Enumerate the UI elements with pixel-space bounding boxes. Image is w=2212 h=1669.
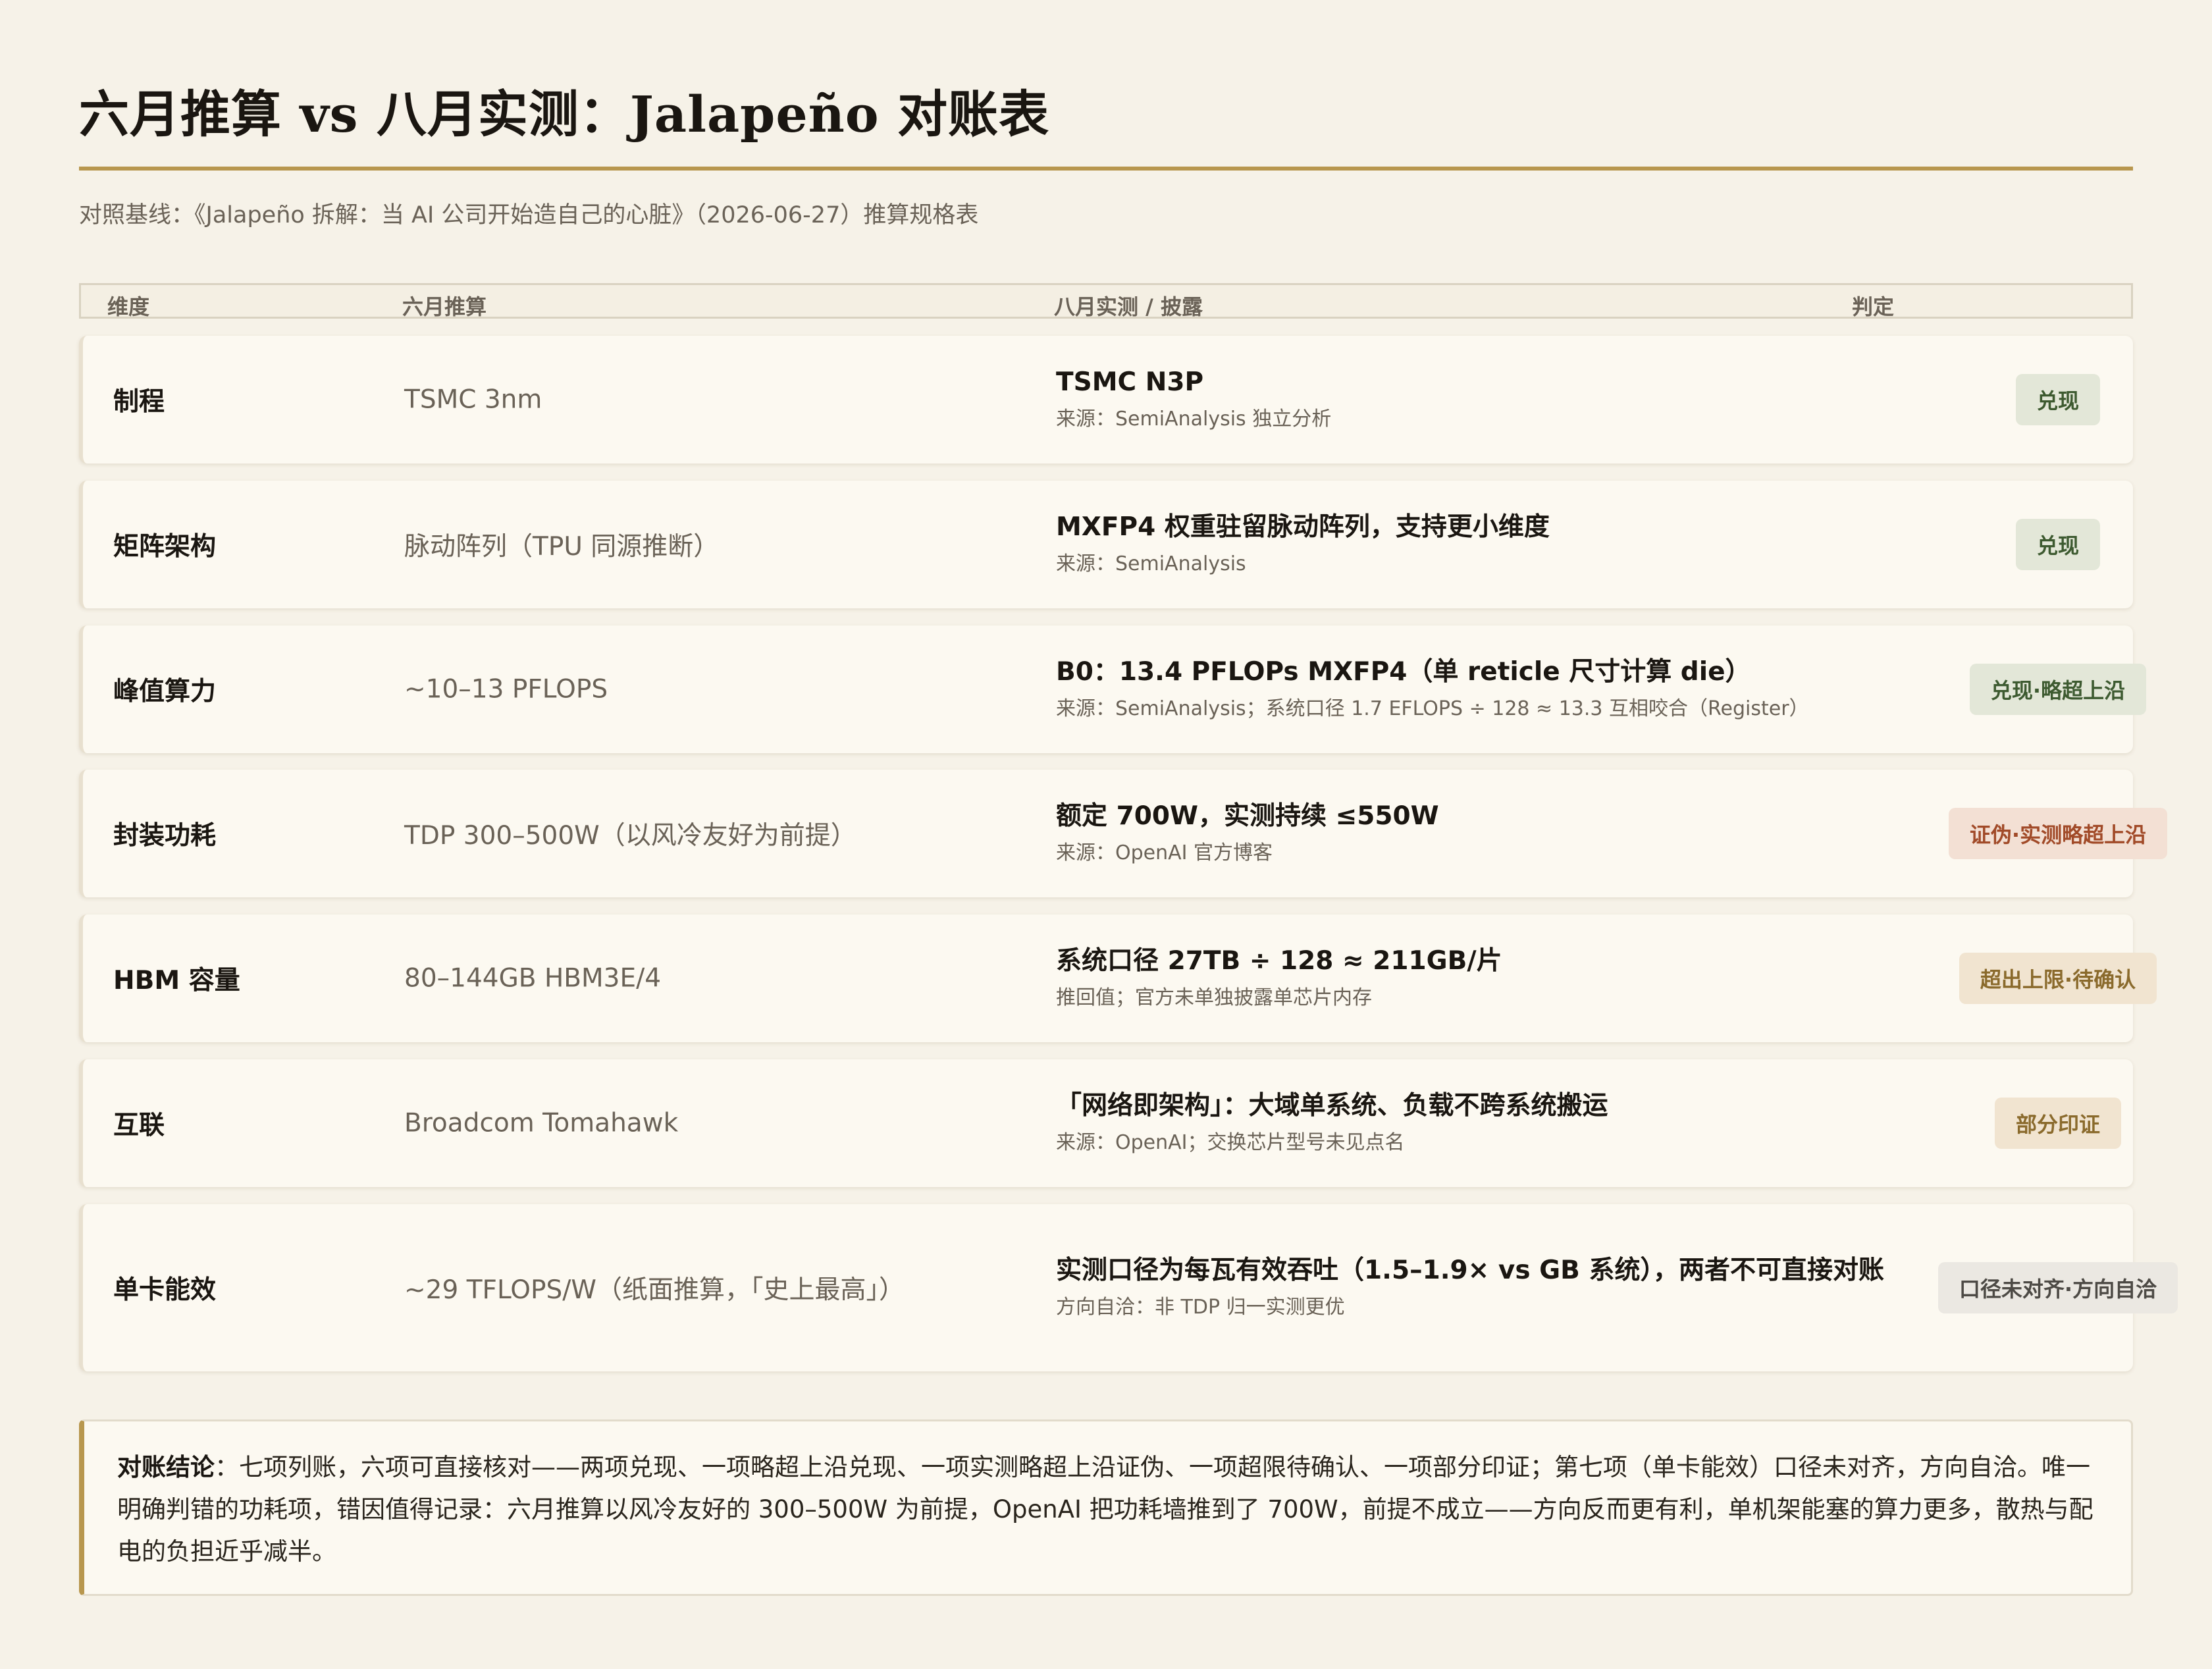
table-header: 维度 六月推算 八月实测 / 披露 判定 <box>79 283 2133 319</box>
conclusion-label: 对账结论 <box>117 1453 215 1481</box>
table-row: 单卡能效 ~29 TFLOPS/W（纸面推算，「史上最高」） 实测口径为每瓦有效吞吐… <box>79 1204 2178 1371</box>
row-dimension: HBM 容量 <box>113 966 240 995</box>
row-dimension: 封装功耗 <box>113 821 217 851</box>
row-dimension: 单卡能效 <box>113 1275 217 1305</box>
row-june-estimate: TSMC 3nm <box>404 384 542 415</box>
row-source: 来源：SemiAnalysis 独立分析 <box>1056 408 1332 431</box>
row-verdict-cell: 兑现 <box>1939 374 2176 425</box>
header-june-estimate: 六月推算 <box>402 294 487 319</box>
row-dimension: 峰值算力 <box>113 677 217 706</box>
row-verdict-cell: 超出上限·待确认 <box>1939 953 2176 1004</box>
row-june-estimate: 脉动阵列（TPU 同源推断） <box>404 532 720 562</box>
header-verdict: 判定 <box>1852 294 1895 319</box>
row-source: 来源：SemiAnalysis <box>1056 552 1246 575</box>
page: 六月推算 vs 八月实测：Jalapeño 对账表 对照基线：《Jalapeño… <box>0 0 2212 1669</box>
row-august-cell: 额定 700W，实测持续 ≤550W 来源：OpenAI 官方博客 <box>1056 797 1912 870</box>
row-august-cell: MXFP4 权重驻留脉动阵列，支持更小维度来源：SemiAnalysis <box>1056 508 1912 581</box>
verdict-badge: 口径未对齐·方向自洽 <box>1937 1262 2178 1313</box>
row-dimension: 互联 <box>113 1111 165 1140</box>
page-title: 六月推算 vs 八月实测：Jalapeño 对账表 <box>79 85 1050 144</box>
verdict-badge: 证伪·实测略超上沿 <box>1948 808 2168 859</box>
row-august-cell: 系统口径 27TB ÷ 128 ≈ 211GB/片推回值；官方未单独披露单芯片内… <box>1056 942 1912 1015</box>
baseline-note: 对照基线：《Jalapeño 拆解：当 AI 公司开始造自己的心脏》（2026-… <box>79 202 979 228</box>
row-dimension: 制程 <box>113 387 165 417</box>
conclusion-box: 对账结论：七项列账，六项可直接核对——两项兑现、一项略超上沿兑现、一项实测略超上… <box>79 1419 2133 1596</box>
row-source: 方向自洽：非 TDP 归一实测更优 <box>1056 1296 1345 1319</box>
row-source: 推回值；官方未单独披露单芯片内存 <box>1056 986 1372 1009</box>
table-row: 互联 Broadcom Tomahawk 「网络即架构」：大域单系统、负载不跨系统搬… <box>79 1059 2133 1187</box>
row-verdict-cell: 口径未对齐·方向自洽 <box>1937 1262 2178 1313</box>
row-august-cell: TSMC N3P 来源：SemiAnalysis 独立分析 <box>1056 363 1912 436</box>
verdict-badge: 兑现 <box>2015 374 2100 425</box>
row-source: 来源：OpenAI 官方博客 <box>1056 841 1273 864</box>
table-row: 封装功耗 TDP 300–500W（以风冷友好为前提） 额定 700W，实测持续 ≤… <box>79 770 2168 897</box>
row-august-cell: 实测口径为每瓦有效吞吐（1.5–1.9× vs GB 系统），两者不可直接对账方… <box>1056 1252 1912 1324</box>
row-verdict-cell: 兑现 <box>1939 519 2176 570</box>
row-verdict-cell: 证伪·实测略超上沿 <box>1939 808 2176 859</box>
title-divider <box>79 167 2133 171</box>
row-august-cell: B0：13.4 PFLOPs MXFP4（单 reticle 尺寸计算 die）… <box>1056 653 1912 726</box>
row-june-estimate: ~29 TFLOPS/W（纸面推算，「史上最高」） <box>404 1275 905 1305</box>
row-august-cell: 「网络即架构」：大域单系统、负载不跨系统搬运来源：OpenAI；交换芯片型号未见… <box>1056 1087 1912 1159</box>
verdict-badge: 部分印证 <box>1994 1098 2121 1149</box>
verdict-badge: 超出上限·待确认 <box>1959 953 2157 1004</box>
row-verdict-cell: 兑现·略超上沿 <box>1939 664 2176 715</box>
table-row: HBM 容量 80–144GB HBM3E/4 系统口径 27TB ÷ 128 ≈ … <box>79 914 2157 1042</box>
table-row: 矩阵架构 脉动阵列（TPU 同源推断） MXFP4 权重驻留脉动阵列，支持更小维度来… <box>79 481 2133 608</box>
row-verdict-cell: 部分印证 <box>1939 1098 2176 1149</box>
conclusion-text: ：七项列账，六项可直接核对——两项兑现、一项略超上沿兑现、一项实测略超上沿证伪、… <box>117 1453 2094 1566</box>
row-august-measured: 实测口径为每瓦有效吞吐（1.5–1.9× vs GB 系统），两者不可直接对账 <box>1056 1256 1884 1285</box>
row-august-measured: MXFP4 权重驻留脉动阵列，支持更小维度 <box>1056 512 1550 542</box>
row-august-measured: 「网络即架构」：大域单系统、负载不跨系统搬运 <box>1056 1091 1608 1121</box>
row-august-measured: TSMC N3P <box>1056 367 1204 397</box>
row-june-estimate: 80–144GB HBM3E/4 <box>404 963 662 993</box>
row-august-measured: 额定 700W，实测持续 ≤550W <box>1056 801 1439 831</box>
row-source: 来源：OpenAI；交换芯片型号未见点名 <box>1056 1131 1405 1154</box>
table-row: 峰值算力 ~10–13 PFLOPS B0：13.4 PFLOPs MXFP4（单 … <box>79 625 2147 753</box>
row-august-measured: 系统口径 27TB ÷ 128 ≈ 211GB/片 <box>1056 946 1502 976</box>
header-dimension: 维度 <box>107 294 150 319</box>
header-august-measured: 八月实测 / 披露 <box>1054 294 1203 319</box>
row-dimension: 矩阵架构 <box>113 532 217 562</box>
row-june-estimate: Broadcom Tomahawk <box>404 1108 679 1138</box>
row-june-estimate: ~10–13 PFLOPS <box>404 674 608 704</box>
row-june-estimate: TDP 300–500W（以风冷友好为前提） <box>404 821 856 851</box>
row-august-measured: B0：13.4 PFLOPs MXFP4（单 reticle 尺寸计算 die） <box>1056 657 1751 687</box>
table-row: 制程 TSMC 3nm TSMC N3P 来源：SemiAnalysis 独立分析 兑现 <box>79 336 2133 464</box>
row-source: 来源：SemiAnalysis；系统口径 1.7 EFLOPS ÷ 128 ≈ … <box>1056 697 1809 720</box>
verdict-badge: 兑现 <box>2015 519 2100 570</box>
verdict-badge: 兑现·略超上沿 <box>1969 664 2147 715</box>
